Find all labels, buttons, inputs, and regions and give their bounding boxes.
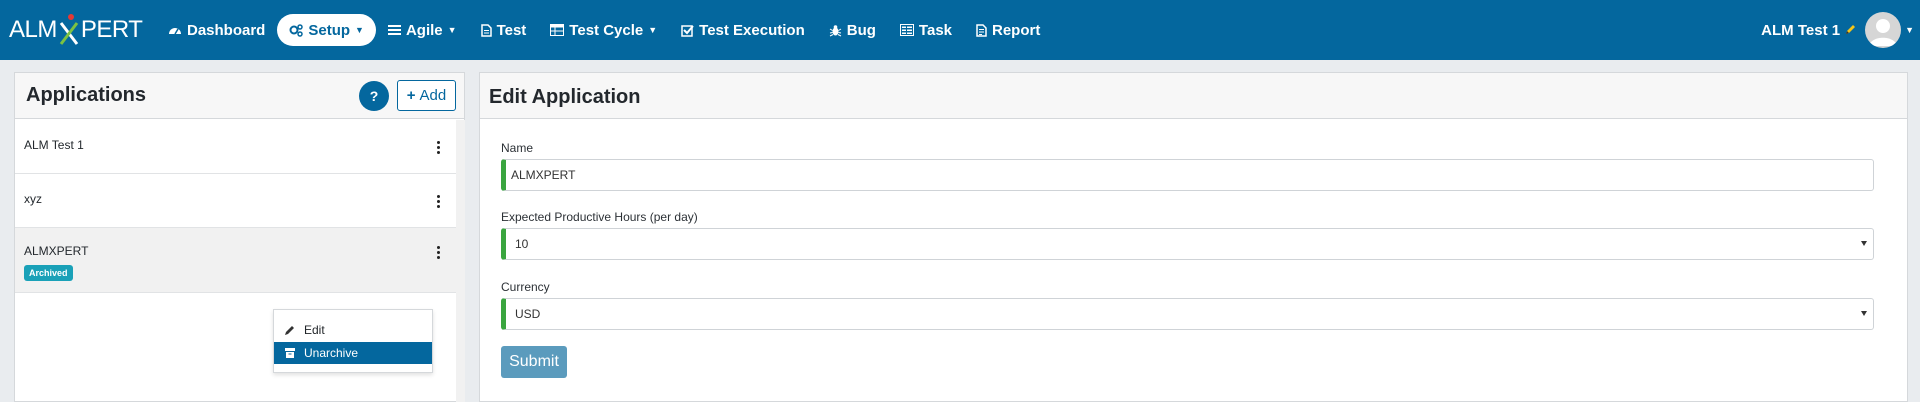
menu-item-edit[interactable]: Edit bbox=[274, 319, 432, 341]
nav-item-label: Test Execution bbox=[699, 21, 805, 39]
nav-item-agile[interactable]: Agile ▼ bbox=[376, 14, 469, 46]
nav-item-label: Dashboard bbox=[187, 21, 266, 39]
nav-item-label: Test Cycle bbox=[569, 21, 644, 39]
kebab-menu-icon[interactable] bbox=[433, 141, 443, 155]
pencil-icon bbox=[1845, 22, 1857, 39]
name-label: Name bbox=[501, 141, 534, 155]
list-item[interactable]: ALM Test 1 bbox=[15, 120, 456, 174]
chevron-down-icon[interactable]: ▼ bbox=[1905, 25, 1914, 35]
nav-item-dashboard[interactable]: Dashboard bbox=[156, 14, 277, 46]
edit-application-header: Edit Application bbox=[480, 73, 1907, 119]
applications-panel: Applications ? + Add ALM Test 1 xyz ALMX… bbox=[14, 72, 465, 402]
pencil-icon bbox=[285, 326, 294, 335]
submit-button[interactable]: Submit bbox=[501, 346, 567, 378]
name-value: ALMXPERT bbox=[511, 168, 576, 182]
nav-item-test-cycle[interactable]: Test Cycle ▼ bbox=[538, 14, 669, 46]
logo-text-left: ALM bbox=[9, 16, 57, 43]
avatar[interactable] bbox=[1865, 12, 1902, 48]
panel-title: Applications bbox=[26, 84, 147, 106]
add-application-button[interactable]: + Add bbox=[397, 80, 456, 111]
row-action-menu: Edit Unarchive bbox=[273, 309, 433, 373]
chevron-down-icon: ▼ bbox=[648, 25, 658, 35]
logo-x-mark bbox=[58, 13, 80, 47]
hours-select[interactable]: 10 bbox=[501, 228, 1874, 260]
archive-icon bbox=[285, 348, 295, 358]
nav-item-label: Bug bbox=[846, 21, 876, 39]
list-item[interactable]: xyz bbox=[15, 174, 456, 228]
currency-label: Currency bbox=[501, 280, 550, 294]
kebab-menu-icon[interactable] bbox=[433, 195, 443, 209]
nav-item-test-execution[interactable]: Test Execution bbox=[669, 14, 817, 46]
hours-label: Expected Productive Hours (per day) bbox=[501, 210, 698, 224]
user-menu[interactable]: ALM Test 1 ▼ bbox=[1761, 10, 1920, 50]
user-name: ALM Test 1 bbox=[1761, 21, 1841, 39]
chevron-down-icon: ▼ bbox=[447, 25, 457, 35]
cogs-icon bbox=[289, 23, 308, 37]
edit-application-panel: Edit Application Name ALMXPERT Expected … bbox=[479, 72, 1908, 402]
application-list: ALM Test 1 xyz ALMXPERT Archived bbox=[15, 120, 456, 293]
report-icon bbox=[976, 23, 992, 37]
list-icon bbox=[387, 24, 406, 36]
currency-value: USD bbox=[515, 307, 541, 321]
chevron-down-icon bbox=[1861, 311, 1867, 316]
nav-item-label: Setup bbox=[308, 21, 351, 39]
status-badge: Archived bbox=[24, 265, 73, 281]
nav-item-report[interactable]: Report bbox=[964, 14, 1052, 46]
nav-item-test[interactable]: Test bbox=[469, 14, 539, 46]
bug-icon bbox=[829, 24, 847, 37]
table-icon bbox=[550, 24, 569, 36]
currency-select[interactable]: USD bbox=[501, 298, 1874, 330]
applications-header: Applications ? + Add bbox=[15, 73, 464, 119]
nav-item-bug[interactable]: Bug bbox=[817, 14, 888, 46]
nav-item-task[interactable]: Task bbox=[888, 14, 964, 46]
plus-icon: + bbox=[406, 87, 416, 104]
nav-item-label: Agile bbox=[405, 21, 443, 39]
name-field[interactable]: ALMXPERT bbox=[501, 159, 1874, 191]
list-item[interactable]: ALMXPERT Archived bbox=[15, 228, 456, 293]
almxpert-logo[interactable]: ALM PERT bbox=[9, 12, 143, 48]
top-navbar: ALM PERT Dashboard Setup ▼ Agile ▼ Test Test C… bbox=[0, 0, 1920, 60]
chevron-down-icon bbox=[1861, 241, 1867, 246]
add-label: Add bbox=[419, 87, 447, 104]
menu-item-label: Edit bbox=[304, 323, 325, 337]
nav-item-label: Test bbox=[496, 21, 527, 39]
logo-text-right: PERT bbox=[80, 16, 143, 43]
scrollbar[interactable] bbox=[456, 120, 465, 402]
application-name: ALMXPERT bbox=[24, 244, 89, 258]
nav-item-label: Report bbox=[992, 21, 1041, 39]
menu-item-label: Unarchive bbox=[304, 346, 359, 360]
menu-item-unarchive[interactable]: Unarchive bbox=[274, 342, 432, 364]
main-nav: Dashboard Setup ▼ Agile ▼ Test Test Cycle ▼ Test… bbox=[156, 14, 1052, 46]
nav-item-label: Task bbox=[918, 21, 952, 39]
nav-item-setup[interactable]: Setup ▼ bbox=[277, 14, 376, 46]
kebab-menu-icon[interactable] bbox=[433, 246, 443, 260]
application-name: xyz bbox=[24, 192, 42, 206]
chevron-down-icon: ▼ bbox=[355, 25, 364, 35]
panel-title: Edit Application bbox=[489, 86, 641, 108]
application-name: ALM Test 1 bbox=[24, 138, 84, 152]
dashboard-icon bbox=[168, 24, 187, 36]
check-square-icon bbox=[681, 24, 699, 37]
hours-value: 10 bbox=[515, 237, 529, 251]
file-icon bbox=[480, 23, 497, 37]
help-button[interactable]: ? bbox=[359, 81, 389, 111]
tasks-icon bbox=[899, 24, 919, 36]
